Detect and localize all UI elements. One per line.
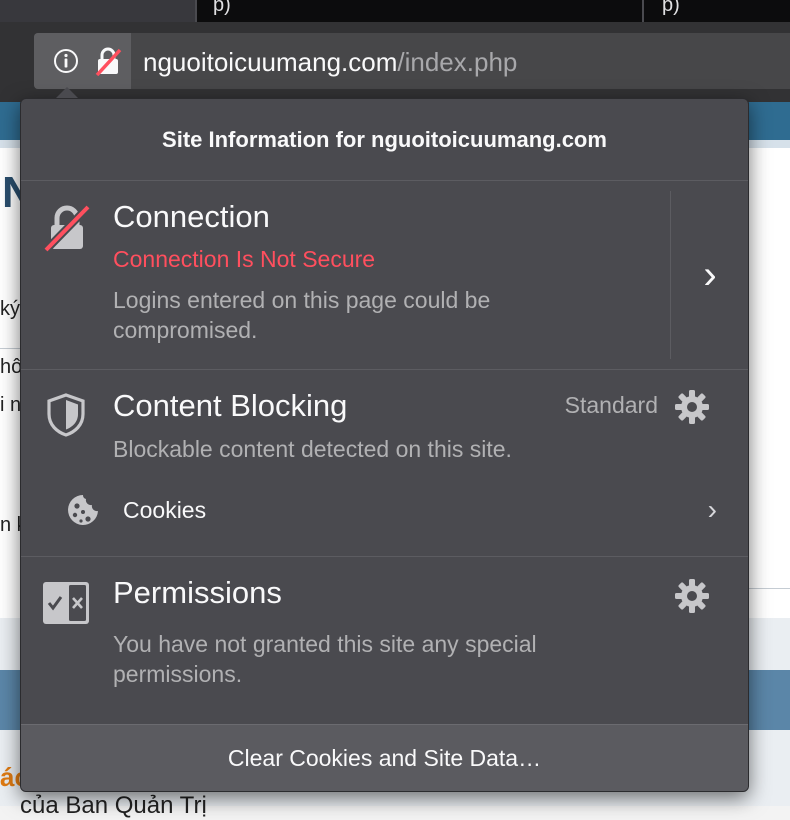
- cookies-label: Cookies: [123, 497, 207, 523]
- page-text-fragment: ký: [0, 298, 20, 320]
- chevron-right-icon: ›: [707, 494, 717, 525]
- connection-details-button[interactable]: ›: [672, 181, 748, 369]
- insecure-lock-icon[interactable]: [94, 46, 122, 76]
- connection-section[interactable]: Connection Connection Is Not Secure Logi…: [21, 181, 748, 370]
- connection-status: Connection Is Not Secure: [113, 246, 376, 272]
- url-text[interactable]: nguoitoicuumang.com/index.php: [143, 47, 517, 78]
- tab-separator: [195, 0, 197, 22]
- page-text-fragment: của Ban Quản Trị: [20, 792, 207, 819]
- chevron-right-icon: ›: [703, 253, 717, 297]
- url-path: /index.php: [397, 47, 518, 77]
- connection-description: Logins entered on this page could be com…: [113, 287, 491, 343]
- cookies-item[interactable]: Cookies ›: [51, 486, 717, 534]
- tab-label-fragment: p): [213, 0, 231, 16]
- site-identity-button[interactable]: [34, 33, 131, 89]
- permissions-description: You have not granted this site any speci…: [113, 631, 537, 687]
- popup-arrow: [56, 87, 78, 98]
- url-domain: nguoitoicuumang.com: [143, 47, 398, 77]
- tab-separator: [642, 0, 644, 22]
- page-text-fragment: i n: [0, 394, 22, 416]
- site-information-popup: Site Information for nguoitoicuumang.com…: [20, 98, 749, 792]
- clear-cookies-button[interactable]: Clear Cookies and Site Data…: [21, 724, 748, 791]
- permissions-title: Permissions: [113, 575, 282, 610]
- connection-divider: [670, 191, 671, 359]
- content-blocking-level: Standard: [564, 392, 658, 418]
- content-blocking-description: Blockable content detected on this site.: [113, 436, 512, 462]
- tab-strip: p) p): [0, 0, 790, 22]
- connection-title: Connection: [113, 199, 270, 234]
- content-blocking-title: Content Blocking: [113, 388, 348, 423]
- divider: [0, 348, 20, 349]
- navigation-toolbar: nguoitoicuumang.com/index.php: [0, 22, 790, 102]
- permissions-section: Permissions You have not granted this si…: [21, 557, 748, 723]
- info-icon[interactable]: [53, 48, 79, 74]
- background-tab[interactable]: [195, 0, 790, 22]
- divider: [747, 588, 790, 589]
- permissions-icon: [43, 582, 89, 624]
- popup-title: Site Information for nguoitoicuumang.com: [21, 99, 748, 181]
- broken-lock-icon: [43, 204, 91, 253]
- tab-label-fragment: p): [662, 0, 680, 16]
- shield-icon: [47, 393, 85, 437]
- gear-icon[interactable]: [673, 577, 711, 615]
- page-text-fragment: hô: [0, 356, 23, 378]
- content-blocking-section: Content Blocking Standard Blockable cont…: [21, 370, 748, 557]
- url-bar[interactable]: nguoitoicuumang.com/index.php: [34, 33, 790, 89]
- gear-icon[interactable]: [673, 388, 711, 426]
- cookie-icon: [68, 495, 98, 525]
